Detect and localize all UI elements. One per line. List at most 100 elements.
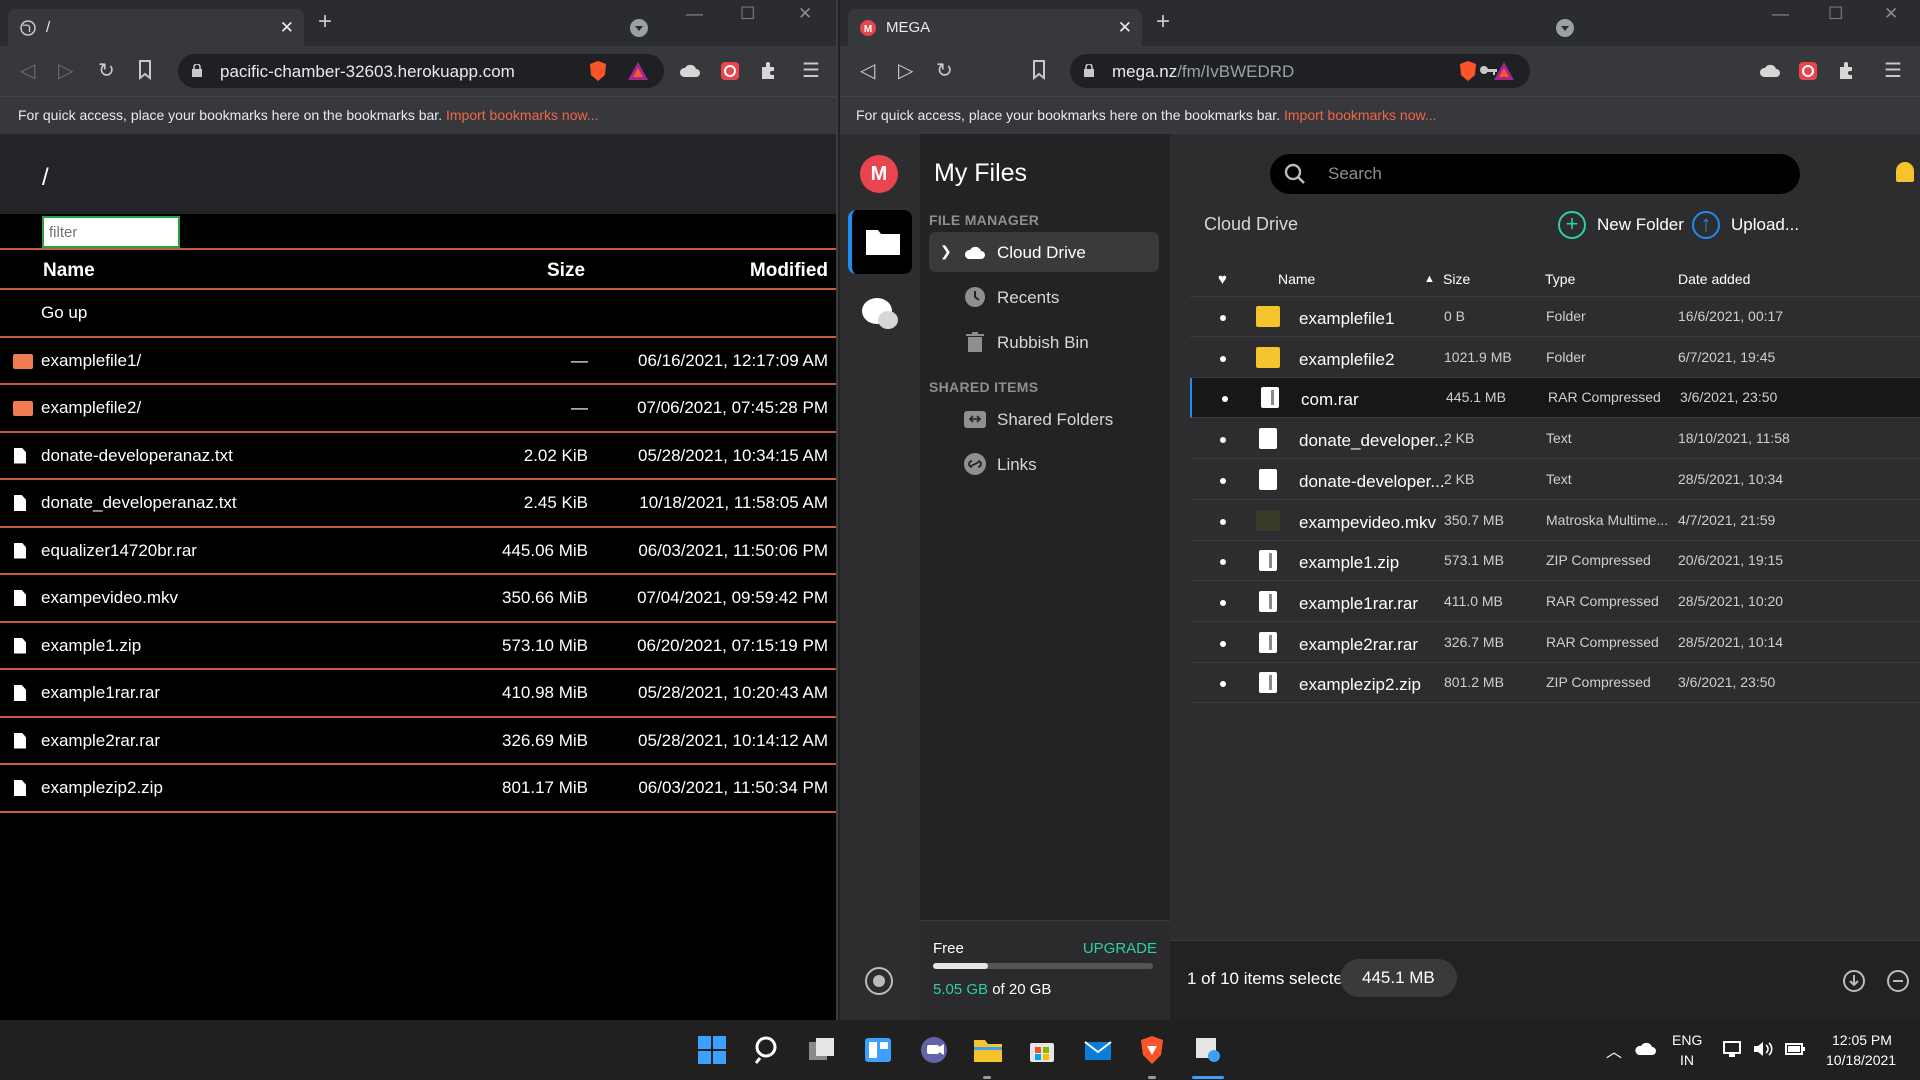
tab-search-icon[interactable] — [1556, 19, 1574, 37]
maximize-icon[interactable]: ☐ — [1828, 4, 1843, 24]
row-favourite-dot-icon[interactable] — [1220, 315, 1226, 321]
menu-icon[interactable]: ☰ — [802, 60, 820, 82]
listing-name[interactable]: donate-developeranaz.txt — [41, 446, 233, 466]
column-size[interactable]: Size — [1443, 271, 1470, 287]
column-date-added[interactable]: Date added — [1678, 271, 1750, 287]
column-size[interactable]: Size — [547, 260, 585, 282]
row-favourite-dot-icon[interactable] — [1220, 518, 1226, 525]
chevron-right-icon[interactable]: ❯ — [940, 243, 952, 260]
sort-ascending-icon[interactable]: ▲ — [1424, 273, 1435, 285]
clock-date[interactable]: 10/18/2021 — [1826, 1052, 1896, 1068]
brave-rewards-icon[interactable] — [1492, 59, 1516, 83]
listing-row[interactable]: example1.zip 573.10 MiB 06/20/2021, 07:15:… — [0, 623, 836, 670]
listing-row[interactable]: equalizer14720br.rar 445.06 MiB 06/03/2021… — [0, 528, 836, 575]
menu-icon[interactable]: ☰ — [1884, 60, 1902, 82]
new-tab-icon[interactable]: + — [1156, 10, 1170, 34]
bookmark-icon[interactable] — [138, 60, 152, 80]
settings-avatar-icon[interactable] — [864, 966, 894, 996]
column-modified[interactable]: Modified — [750, 260, 828, 282]
listing-row[interactable]: donate_developeranaz.txt 2.45 KiB 10/18/20… — [0, 480, 836, 528]
file-row[interactable]: com.rar 445.1 MB RAR Compressed 3/6/2021, 2… — [1190, 378, 1920, 419]
sidebar-item-cloud-drive[interactable]: ❯ Cloud Drive — [929, 232, 1159, 272]
reload-icon[interactable]: ↻ — [936, 60, 953, 82]
notification-bell-icon[interactable] — [1896, 162, 1914, 182]
minimize-icon[interactable]: — — [686, 4, 703, 24]
listing-row[interactable]: examplefile2/ — 07/06/2021, 07:45:28 PM — [0, 385, 836, 433]
file-row[interactable]: donate_developer... 2 KB Text 18/10/2021, 1… — [1190, 419, 1920, 460]
extension-red-icon[interactable] — [718, 59, 742, 83]
import-bookmarks-link[interactable]: Import bookmarks now... — [446, 107, 599, 123]
browser-tab[interactable]: / ✕ — [8, 9, 304, 46]
language-indicator[interactable]: ENG — [1672, 1032, 1702, 1048]
listing-row[interactable]: examplezip2.zip 801.17 MiB 06/03/2021, 11:… — [0, 765, 836, 813]
mega-logo[interactable]: M — [860, 155, 898, 193]
column-name[interactable]: Name — [43, 260, 95, 282]
listing-row[interactable]: donate-developeranaz.txt 2.02 KiB 05/28/20… — [0, 433, 836, 480]
extension-red-icon[interactable] — [1796, 59, 1820, 83]
minimize-icon[interactable]: — — [1772, 4, 1789, 24]
bookmark-icon[interactable] — [1032, 60, 1046, 80]
row-favourite-dot-icon[interactable] — [1222, 396, 1228, 403]
cloud-extension-icon[interactable] — [1758, 59, 1782, 83]
volume-icon[interactable] — [1752, 1040, 1774, 1058]
listing-name[interactable]: examplefile1/ — [41, 351, 141, 371]
listing-name[interactable]: examplefile2/ — [41, 398, 141, 418]
maximize-icon[interactable]: ☐ — [740, 4, 755, 24]
row-favourite-dot-icon[interactable] — [1220, 355, 1226, 362]
download-icon[interactable] — [1842, 969, 1866, 993]
row-favourite-dot-icon[interactable] — [1220, 681, 1226, 688]
extensions-puzzle-icon[interactable] — [1836, 59, 1860, 83]
new-tab-icon[interactable]: + — [318, 10, 332, 34]
tab-close-icon[interactable]: ✕ — [280, 18, 294, 38]
file-row[interactable]: example1.zip 573.1 MB ZIP Compressed 20/6/2… — [1190, 541, 1920, 582]
listing-name[interactable]: example1rar.rar — [41, 683, 160, 703]
import-bookmarks-link[interactable]: Import bookmarks now... — [1284, 107, 1437, 123]
filter-input[interactable] — [42, 216, 180, 248]
cloud-drive-rail-button[interactable] — [848, 210, 912, 274]
forward-icon[interactable]: ▷ — [58, 60, 73, 82]
region-indicator[interactable]: IN — [1680, 1052, 1694, 1068]
clock-time[interactable]: 12:05 PM — [1832, 1032, 1892, 1048]
listing-name[interactable]: example2rar.rar — [41, 731, 160, 751]
row-favourite-dot-icon[interactable] — [1220, 437, 1226, 444]
listing-name[interactable]: donate_developeranaz.txt — [41, 493, 237, 513]
row-favourite-dot-icon[interactable] — [1220, 477, 1226, 484]
favourite-heart-icon[interactable]: ♥ — [1218, 271, 1227, 288]
file-row[interactable]: exampevideo.mkv 350.7 MB Matroska Multime.… — [1190, 501, 1920, 541]
listing-row[interactable]: example1rar.rar 410.98 MiB 05/28/2021, 10:… — [0, 670, 836, 718]
sidebar-item-shared-folders[interactable]: Shared Folders — [929, 399, 1159, 439]
brave-browser-icon[interactable] — [1136, 1034, 1168, 1066]
microsoft-store-icon[interactable] — [1026, 1034, 1058, 1066]
brave-rewards-icon[interactable] — [626, 59, 650, 83]
listing-row[interactable]: examplefile1/ — 06/16/2021, 12:17:09 AM — [0, 338, 836, 385]
forward-icon[interactable]: ▷ — [898, 60, 913, 82]
row-favourite-dot-icon[interactable] — [1220, 559, 1226, 566]
back-icon[interactable]: ◁ — [860, 60, 875, 82]
row-favourite-dot-icon[interactable] — [1220, 599, 1226, 606]
extensions-puzzle-icon[interactable] — [758, 59, 782, 83]
brave-shield-icon[interactable] — [1456, 59, 1480, 83]
cloud-extension-icon[interactable] — [678, 59, 702, 83]
row-favourite-dot-icon[interactable] — [1220, 640, 1226, 647]
listing-row[interactable]: exampevideo.mkv 350.66 MiB 07/04/2021, 09:… — [0, 575, 836, 623]
network-icon[interactable] — [1722, 1040, 1744, 1058]
column-type[interactable]: Type — [1545, 271, 1575, 287]
mail-icon[interactable] — [1082, 1034, 1114, 1066]
brave-shield-icon[interactable] — [586, 59, 610, 83]
widgets-icon[interactable] — [862, 1034, 894, 1066]
sidebar-item-recents[interactable]: Recents — [929, 277, 1159, 317]
reload-icon[interactable]: ↻ — [98, 60, 115, 82]
go-up-row[interactable]: Go up — [0, 290, 836, 338]
tab-close-icon[interactable]: ✕ — [1118, 18, 1132, 38]
file-row[interactable]: examplefile2 1021.9 MB Folder 6/7/2021, 19:… — [1190, 338, 1920, 378]
chat-rail-button[interactable] — [848, 282, 912, 346]
window-close-icon[interactable]: ✕ — [798, 4, 812, 24]
search-icon[interactable] — [752, 1034, 784, 1066]
browser-tab[interactable]: M MEGA ✕ — [848, 9, 1142, 46]
back-icon[interactable]: ◁ — [20, 60, 35, 82]
column-name[interactable]: Name — [1278, 271, 1315, 287]
file-explorer-icon[interactable] — [972, 1034, 1004, 1066]
go-up-link[interactable]: Go up — [41, 303, 87, 323]
chevron-up-icon[interactable]: ︿ — [1606, 1038, 1622, 1062]
battery-icon[interactable] — [1784, 1040, 1806, 1058]
